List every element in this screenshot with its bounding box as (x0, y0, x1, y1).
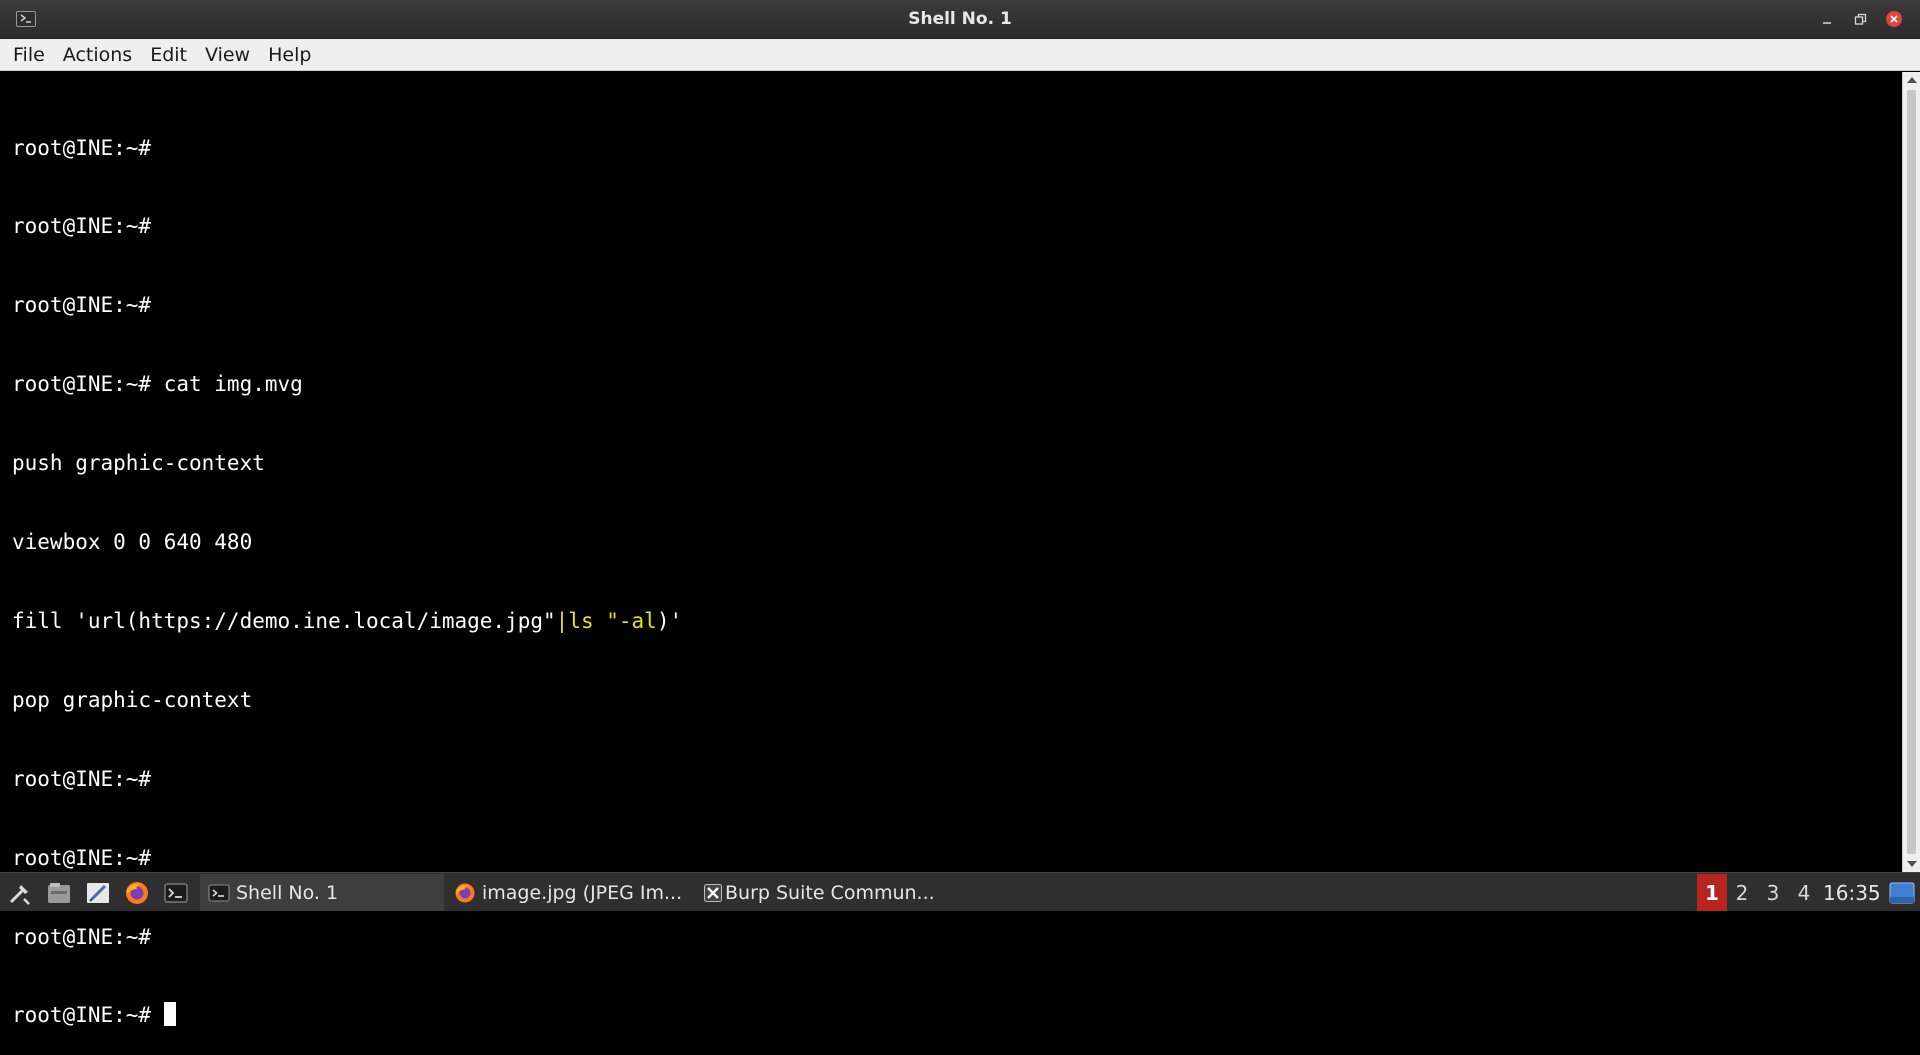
burp-icon (704, 882, 722, 904)
tools-icon[interactable] (6, 879, 34, 907)
firefox-icon (454, 882, 476, 904)
maximize-button[interactable] (1851, 10, 1869, 28)
taskbar: Shell No. 1 image.jpg (JPEG Im... Burp S… (0, 872, 1920, 911)
menu-file[interactable]: File (4, 39, 54, 71)
scroll-down-arrow-icon[interactable] (1903, 856, 1920, 872)
terminal-line: root@INE:~# (12, 845, 152, 870)
workspace-3[interactable]: 3 (1758, 874, 1788, 911)
task-label: Burp Suite Commun... (725, 881, 935, 904)
terminal-line: root@INE:~# (12, 766, 152, 791)
workspace-1[interactable]: 1 (1697, 874, 1727, 911)
terminal-app-icon (16, 11, 36, 27)
workspace-4[interactable]: 4 (1789, 874, 1819, 911)
task-label: Shell No. 1 (236, 881, 339, 904)
terminal-output[interactable]: root@INE:~# root@INE:~# root@INE:~# root… (0, 72, 1902, 1027)
terminal-line: viewbox 0 0 640 480 (12, 530, 253, 555)
menu-actions[interactable]: Actions (54, 39, 141, 71)
menu-edit[interactable]: Edit (141, 39, 196, 71)
task-shell-no-1[interactable]: Shell No. 1 (200, 874, 444, 911)
scrollbar-thumb[interactable] (1907, 90, 1916, 854)
terminal-line: root@INE:~# (12, 135, 152, 160)
terminal-icon[interactable] (162, 879, 190, 907)
title-bar: Shell No. 1 (0, 0, 1920, 39)
file-manager-icon[interactable] (45, 879, 73, 907)
workspace-2[interactable]: 2 (1727, 874, 1757, 911)
terminal-line-fill: fill 'url(https://demo.ine.local/image.j… (12, 608, 1902, 634)
text-editor-icon[interactable] (84, 879, 112, 907)
scroll-up-arrow-icon[interactable] (1903, 72, 1920, 88)
task-label: image.jpg (JPEG Im... (482, 881, 683, 904)
terminal-line: pop graphic-context (12, 687, 253, 712)
terminal-prompt-line: root@INE:~# (12, 1002, 1902, 1028)
minimize-button[interactable] (1818, 10, 1836, 28)
terminal-line: push graphic-context (12, 451, 265, 476)
fill-plain-text: fill 'url(https://demo.ine.local/image.j… (12, 608, 556, 633)
fill-tail-text: )' (656, 608, 683, 633)
terminal-prompt: root@INE:~# (12, 1003, 164, 1028)
close-button[interactable] (1885, 10, 1903, 28)
terminal-line: root@INE:~# (12, 214, 152, 239)
menu-bar: File Actions Edit View Help (0, 39, 1920, 71)
clock[interactable]: 16:35 (1823, 874, 1881, 911)
terminal-line: root@INE:~# cat img.mvg (12, 372, 303, 397)
task-burp-suite[interactable]: Burp Suite Commun... (700, 874, 940, 911)
menu-view[interactable]: View (196, 39, 259, 71)
menu-help[interactable]: Help (259, 39, 320, 71)
text-cursor (163, 1002, 176, 1027)
task-image-jpg[interactable]: image.jpg (JPEG Im... (452, 874, 692, 911)
vertical-scrollbar[interactable] (1902, 72, 1920, 872)
firefox-icon[interactable] (123, 879, 151, 907)
terminal-icon (208, 882, 230, 904)
window-title: Shell No. 1 (908, 9, 1012, 29)
close-icon (1886, 11, 1902, 27)
show-desktop-icon[interactable] (1889, 882, 1915, 904)
terminal-line: root@INE:~# (12, 924, 152, 949)
fill-highlight-text: |ls "-al (555, 608, 657, 633)
terminal-line: root@INE:~# (12, 293, 152, 318)
